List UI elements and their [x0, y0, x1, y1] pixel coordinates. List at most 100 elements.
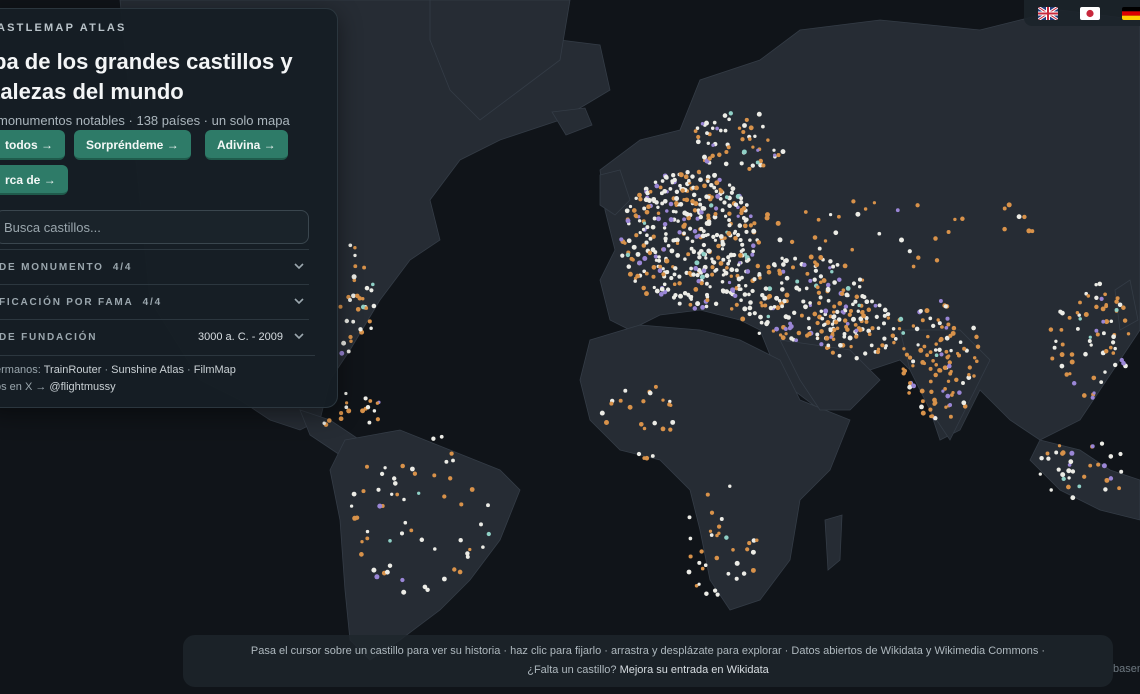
castle-marker[interactable]	[636, 451, 642, 457]
castle-marker[interactable]	[795, 279, 800, 284]
castle-marker[interactable]	[699, 281, 704, 286]
castle-marker[interactable]	[700, 566, 705, 571]
castle-marker[interactable]	[668, 403, 673, 408]
castle-marker[interactable]	[845, 286, 851, 291]
castle-marker[interactable]	[729, 274, 733, 278]
castle-marker[interactable]	[717, 152, 722, 158]
castle-marker[interactable]	[835, 263, 840, 267]
castle-marker[interactable]	[653, 254, 658, 259]
castle-marker[interactable]	[916, 255, 921, 260]
castle-marker[interactable]	[628, 204, 633, 209]
castle-marker[interactable]	[393, 481, 398, 486]
castle-marker[interactable]	[710, 195, 714, 199]
castle-marker[interactable]	[448, 476, 453, 481]
castle-marker[interactable]	[449, 451, 454, 456]
castle-marker[interactable]	[838, 342, 843, 348]
castle-marker[interactable]	[885, 312, 890, 316]
castle-marker[interactable]	[907, 391, 911, 395]
castle-marker[interactable]	[751, 243, 756, 248]
castle-marker[interactable]	[701, 268, 707, 274]
castle-marker[interactable]	[808, 254, 814, 260]
castle-marker[interactable]	[693, 265, 699, 271]
castle-marker[interactable]	[925, 353, 929, 358]
castle-marker[interactable]	[696, 134, 701, 140]
castle-marker[interactable]	[452, 567, 457, 572]
castle-marker[interactable]	[837, 353, 842, 358]
castle-marker[interactable]	[751, 145, 755, 149]
castle-marker[interactable]	[808, 278, 813, 283]
castle-marker[interactable]	[784, 275, 790, 281]
castle-marker[interactable]	[819, 342, 824, 347]
castle-marker[interactable]	[677, 301, 682, 306]
castle-marker[interactable]	[361, 489, 366, 494]
castle-marker[interactable]	[901, 367, 905, 371]
castle-marker[interactable]	[641, 399, 646, 404]
castle-marker[interactable]	[737, 223, 743, 228]
castle-marker[interactable]	[689, 266, 693, 271]
castle-marker[interactable]	[711, 260, 717, 265]
castle-marker[interactable]	[726, 261, 730, 266]
castle-marker[interactable]	[701, 242, 707, 248]
castle-marker[interactable]	[712, 172, 717, 178]
castle-marker[interactable]	[739, 207, 745, 213]
castle-marker[interactable]	[920, 410, 926, 416]
castle-marker[interactable]	[701, 251, 706, 257]
castle-marker[interactable]	[742, 306, 748, 312]
castle-marker[interactable]	[346, 408, 352, 414]
castle-marker[interactable]	[850, 247, 854, 252]
castle-marker[interactable]	[657, 255, 661, 259]
castle-marker[interactable]	[1068, 459, 1074, 465]
castle-marker[interactable]	[828, 259, 833, 264]
castle-marker[interactable]	[706, 219, 712, 225]
castle-marker[interactable]	[710, 272, 715, 277]
castle-marker[interactable]	[642, 426, 647, 431]
castle-marker[interactable]	[730, 186, 736, 192]
castle-marker[interactable]	[944, 349, 949, 354]
castle-marker[interactable]	[892, 340, 896, 345]
castle-marker[interactable]	[818, 255, 824, 260]
castle-marker[interactable]	[1054, 339, 1058, 343]
castle-marker[interactable]	[444, 459, 449, 464]
castle-marker[interactable]	[729, 307, 734, 311]
castle-marker[interactable]	[658, 291, 664, 297]
castle-marker[interactable]	[375, 401, 380, 405]
castle-marker[interactable]	[941, 389, 945, 393]
castle-marker[interactable]	[355, 293, 360, 299]
castle-marker[interactable]	[772, 305, 777, 309]
castle-marker[interactable]	[745, 547, 750, 552]
castle-marker[interactable]	[713, 212, 718, 216]
castle-marker[interactable]	[709, 203, 714, 208]
castle-marker[interactable]	[934, 258, 940, 263]
castle-marker[interactable]	[851, 316, 856, 322]
castle-marker[interactable]	[1069, 359, 1075, 365]
castle-marker[interactable]	[742, 292, 748, 297]
castle-marker[interactable]	[951, 325, 957, 331]
castle-marker[interactable]	[645, 233, 649, 238]
castle-marker[interactable]	[633, 279, 637, 283]
castle-marker[interactable]	[794, 338, 799, 343]
castle-marker[interactable]	[972, 374, 976, 378]
castle-marker[interactable]	[673, 266, 678, 271]
castle-marker[interactable]	[322, 421, 326, 425]
castle-marker[interactable]	[737, 263, 741, 267]
castle-marker[interactable]	[720, 280, 725, 284]
castle-marker[interactable]	[784, 292, 790, 298]
castle-marker[interactable]	[665, 270, 670, 275]
castle-marker[interactable]	[791, 265, 795, 270]
castle-marker[interactable]	[938, 368, 943, 373]
castle-marker[interactable]	[924, 308, 930, 314]
castle-marker[interactable]	[664, 258, 670, 264]
castle-marker[interactable]	[783, 258, 789, 264]
castle-marker[interactable]	[1056, 467, 1061, 472]
castle-marker[interactable]	[1090, 444, 1095, 449]
castle-marker[interactable]	[1039, 455, 1044, 461]
castle-marker[interactable]	[727, 218, 732, 223]
castle-marker[interactable]	[748, 125, 754, 131]
castle-marker[interactable]	[815, 332, 820, 337]
castle-marker[interactable]	[1122, 318, 1128, 323]
castle-marker[interactable]	[812, 277, 817, 282]
castle-marker[interactable]	[766, 269, 772, 275]
castle-marker[interactable]	[365, 536, 370, 541]
castle-marker[interactable]	[853, 322, 858, 327]
castle-marker[interactable]	[738, 253, 743, 258]
